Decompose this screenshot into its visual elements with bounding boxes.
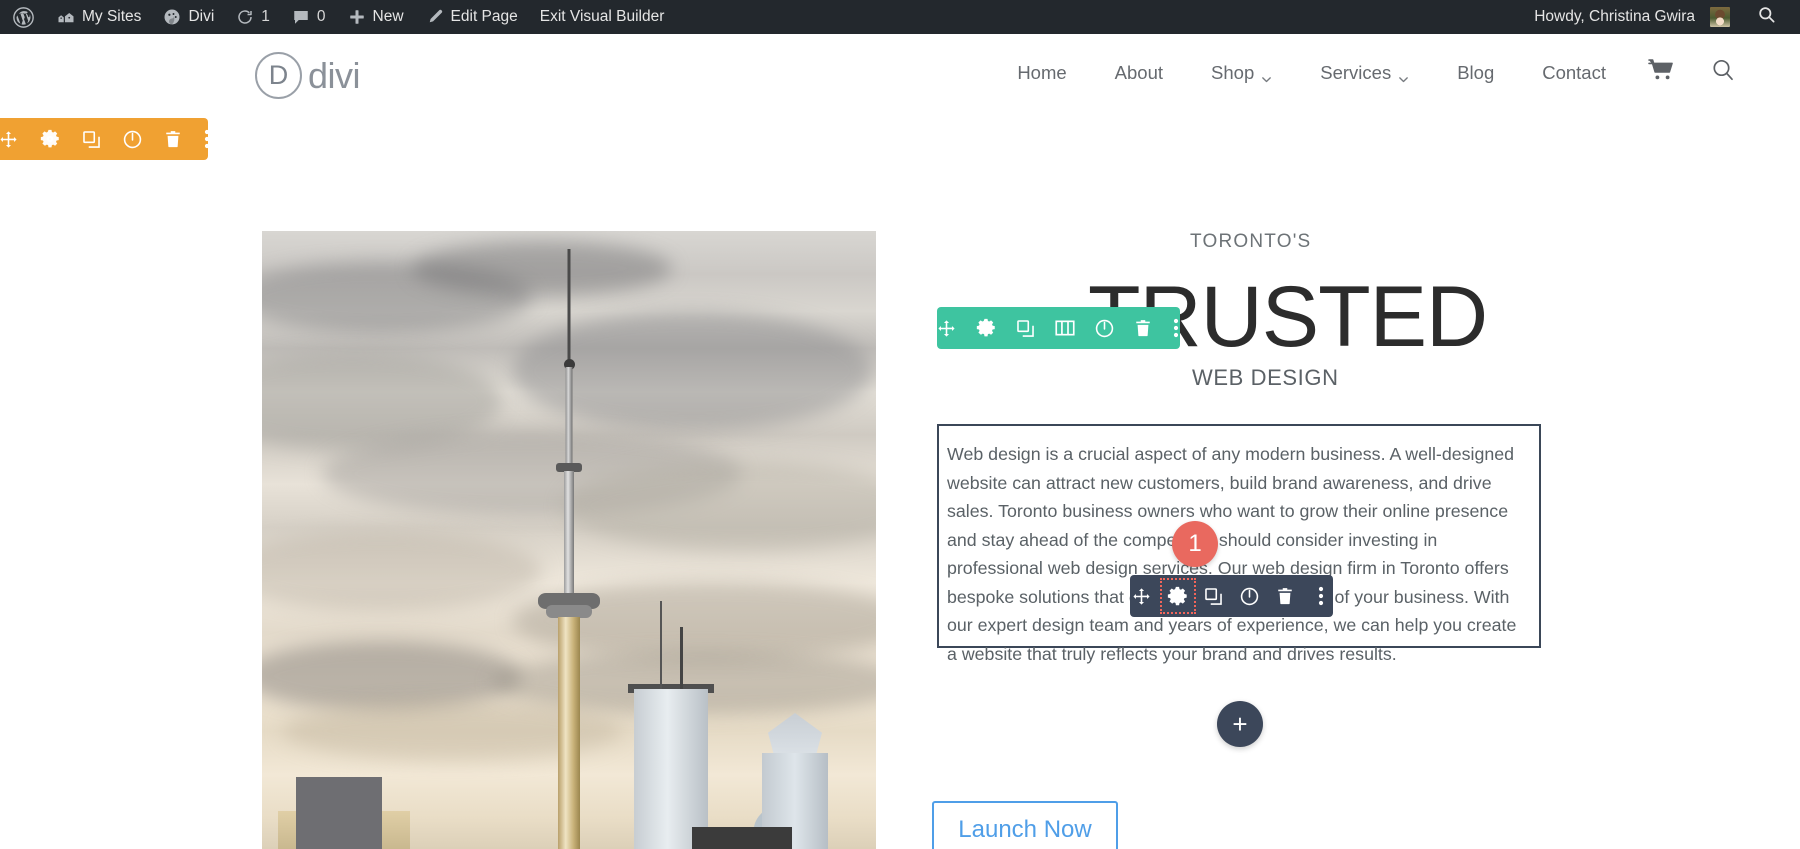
hero-body-text: Web design is a crucial aspect of any mo…	[947, 444, 1517, 664]
admin-bar-item-new[interactable]: New	[337, 0, 415, 34]
gear-icon[interactable]	[40, 129, 60, 149]
updates-icon	[236, 8, 254, 26]
hero-image	[262, 231, 876, 849]
ellipsis-vertical-icon[interactable]	[1309, 584, 1333, 608]
my-sites-icon	[57, 8, 75, 26]
admin-bar-label: Divi	[188, 8, 215, 25]
launch-now-label: Launch Now	[958, 815, 1092, 843]
cart-button[interactable]	[1630, 58, 1692, 87]
wp-admin-bar: My Sites Divi 1 0 New Edit Page Exit Vis…	[0, 0, 1800, 34]
power-icon[interactable]	[1238, 584, 1262, 608]
chevron-down-icon	[1261, 68, 1272, 83]
skyline-building	[680, 627, 683, 689]
chevron-down-icon	[1398, 68, 1409, 83]
admin-bar-item-my-sites[interactable]: My Sites	[46, 0, 152, 34]
admin-bar-label: Exit Visual Builder	[539, 8, 665, 25]
admin-bar-search-button[interactable]	[1741, 5, 1786, 29]
trash-icon[interactable]	[164, 129, 182, 149]
nav-item-services[interactable]: Services	[1296, 62, 1433, 84]
skyline-building	[692, 827, 792, 849]
logo-text: divi	[308, 54, 361, 96]
admin-bar-item-exit-visual-builder[interactable]: Exit Visual Builder	[529, 0, 676, 34]
comments-icon	[292, 8, 310, 26]
admin-bar-item-comments[interactable]: 0	[281, 0, 337, 34]
tower-shaft-mid	[564, 471, 574, 599]
avatar	[1710, 7, 1730, 27]
ellipsis-vertical-icon[interactable]	[1172, 318, 1180, 338]
duplicate-icon[interactable]	[1016, 318, 1035, 338]
wordpress-logo-icon	[13, 6, 34, 28]
row-toolbar-top[interactable]	[937, 307, 1180, 349]
divi-icon	[163, 8, 181, 26]
search-icon	[1710, 57, 1736, 88]
admin-bar-item-updates[interactable]: 1	[225, 0, 281, 34]
nav-label: Services	[1320, 61, 1392, 83]
step-badge-1: 1	[1172, 521, 1218, 567]
columns-icon[interactable]	[1055, 318, 1075, 338]
wordpress-logo-button[interactable]	[0, 0, 46, 34]
account-menu[interactable]: Howdy, Christina Gwira	[1523, 0, 1741, 34]
hero-subheading: WEB DESIGN	[1192, 365, 1339, 390]
move-icon[interactable]	[0, 129, 18, 149]
launch-now-button[interactable]: Launch Now	[932, 801, 1118, 849]
admin-bar-item-edit-page[interactable]: Edit Page	[415, 0, 529, 34]
move-icon[interactable]	[937, 318, 956, 338]
admin-bar-label: Edit Page	[450, 8, 518, 25]
nav-item-contact[interactable]: Contact	[1518, 62, 1630, 84]
visual-builder-canvas: TORONTO'S TRUSTED WEB DESIGN Web design …	[0, 111, 1800, 849]
tower-shaft-lower	[558, 617, 580, 849]
admin-bar-left: My Sites Divi 1 0 New Edit Page Exit Vis…	[0, 0, 675, 34]
trash-icon[interactable]	[1273, 584, 1297, 608]
skyline-building	[296, 777, 382, 849]
search-icon	[1757, 5, 1776, 24]
skyline-building	[634, 689, 708, 849]
gear-icon[interactable]	[976, 318, 996, 338]
duplicate-icon[interactable]	[1202, 584, 1226, 608]
move-icon[interactable]	[1130, 584, 1154, 608]
nav-item-about[interactable]: About	[1091, 62, 1187, 84]
updates-count: 1	[261, 8, 270, 25]
nav-item-home[interactable]: Home	[993, 62, 1090, 84]
skyline-building	[768, 713, 822, 757]
tower-shaft-upper	[565, 367, 573, 467]
comments-count: 0	[316, 8, 326, 25]
nav-label: Shop	[1211, 61, 1255, 83]
gear-icon[interactable]	[1159, 578, 1196, 614]
tower-antenna	[567, 249, 571, 367]
section-toolbar[interactable]	[0, 118, 210, 160]
admin-bar-label: New	[372, 8, 404, 25]
header-search-button[interactable]	[1692, 57, 1754, 88]
nav-item-shop[interactable]: Shop	[1187, 62, 1296, 84]
admin-bar-item-divi[interactable]: Divi	[152, 0, 225, 34]
primary-nav: Home About Shop Services Blog Contact	[993, 34, 1754, 111]
nav-label: Blog	[1457, 61, 1495, 83]
pencil-icon	[426, 8, 444, 26]
howdy-label: Howdy, Christina Gwira	[1534, 8, 1695, 25]
logo-mark-icon: D	[255, 52, 302, 99]
skyline-building	[660, 601, 662, 689]
add-module-button[interactable]: +	[1217, 701, 1263, 747]
power-icon[interactable]	[1095, 318, 1114, 338]
nav-label: About	[1114, 61, 1164, 83]
admin-bar-right: Howdy, Christina Gwira	[1523, 0, 1800, 34]
power-icon[interactable]	[123, 129, 142, 149]
cart-icon	[1648, 58, 1674, 87]
ellipsis-vertical-icon[interactable]	[204, 129, 210, 149]
duplicate-icon[interactable]	[82, 129, 101, 149]
builder-screen: My Sites Divi 1 0 New Edit Page Exit Vis…	[0, 0, 1800, 849]
site-header: D divi Home About Shop Services Blog Con…	[0, 34, 1800, 111]
module-toolbar[interactable]	[1130, 575, 1333, 617]
nav-label: Contact	[1542, 61, 1606, 83]
nav-label: Home	[1017, 61, 1067, 83]
nav-item-blog[interactable]: Blog	[1433, 62, 1518, 84]
site-logo[interactable]: D divi	[255, 52, 361, 99]
hero-eyebrow: TORONTO'S	[1190, 231, 1312, 252]
admin-bar-label: My Sites	[82, 8, 142, 25]
plus-icon	[348, 8, 366, 26]
trash-icon[interactable]	[1134, 318, 1152, 338]
